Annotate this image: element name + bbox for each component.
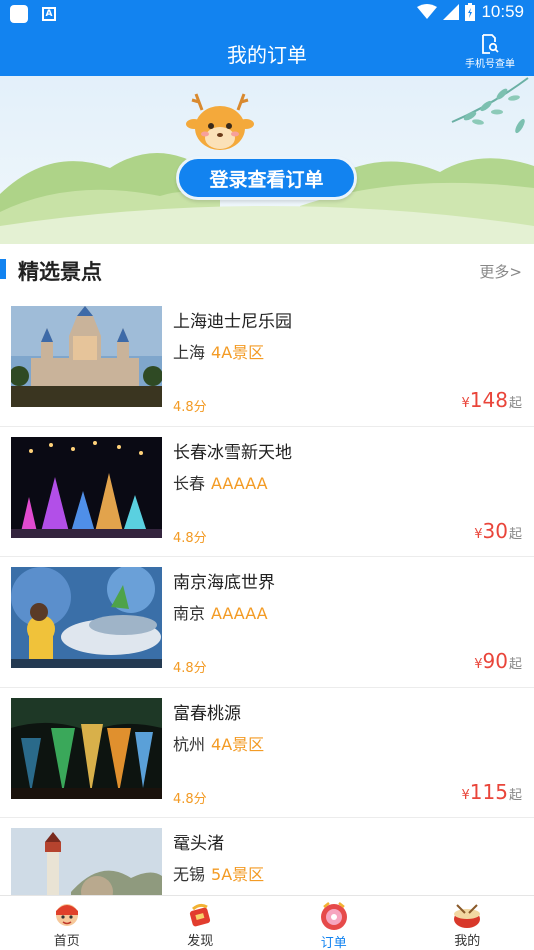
phone-search-icon — [482, 34, 499, 54]
status-notification-icons: A — [10, 5, 56, 23]
spot-price: ¥115起 — [462, 780, 522, 804]
spot-item[interactable]: 上海迪士尼乐园 上海 4A景区 4.8分 ¥148起 — [0, 296, 534, 427]
spot-item[interactable]: 长春冰雪新天地 长春 AAAAA 4.8分 ¥30起 — [0, 427, 534, 557]
deer-mascot — [186, 93, 254, 150]
app-header: 我的订单 手机号查单 — [0, 28, 534, 76]
tab-label: 我的 — [454, 934, 481, 949]
spot-name: 富春桃源 — [173, 703, 241, 724]
price-suffix: 起 — [508, 526, 522, 542]
price-value: 115 — [469, 779, 508, 804]
spot-price: ¥90起 — [474, 649, 522, 673]
tab-profile[interactable]: 我的 — [401, 896, 534, 950]
tab-orders[interactable]: 订单 — [267, 896, 401, 950]
spot-score: 4.8分 — [173, 661, 207, 676]
app-notification-icon — [10, 5, 28, 23]
section-title: 精选景点 — [18, 260, 102, 284]
currency-symbol: ¥ — [461, 396, 470, 411]
spot-score: 4.8分 — [173, 400, 207, 415]
status-bar: A 10:59 — [0, 0, 534, 28]
phone-query-button[interactable]: 手机号查单 — [462, 34, 518, 70]
signal-icon — [443, 4, 460, 20]
wifi-icon — [417, 4, 438, 19]
price-value: 148 — [469, 388, 508, 412]
spot-location: 南京 AAAAA — [173, 600, 268, 624]
spot-name: 上海迪士尼乐园 — [173, 312, 292, 332]
spot-city: 无锡 — [173, 865, 206, 884]
order-icon — [320, 902, 347, 930]
status-system-icons: 10:59 — [417, 2, 524, 22]
spot-image — [11, 567, 162, 668]
spot-level: 4A景区 — [211, 343, 265, 362]
home-mascot-icon — [55, 904, 78, 926]
price-value: 90 — [482, 649, 508, 673]
spot-location: 杭州 4A景区 — [173, 731, 264, 755]
spot-name: 长春冰雪新天地 — [173, 442, 292, 463]
spot-image — [11, 697, 162, 799]
spot-image — [11, 436, 162, 538]
status-time: 10:59 — [481, 2, 524, 21]
tab-discover[interactable]: 发现 — [134, 896, 268, 950]
spot-location: 长春 AAAAA — [173, 470, 268, 494]
spot-level: 4A景区 — [211, 734, 265, 754]
spot-name: 南京海底世界 — [173, 573, 275, 593]
page-title: 我的订单 — [227, 43, 307, 67]
currency-symbol: ¥ — [461, 787, 470, 803]
spot-city: 南京 — [173, 604, 206, 623]
battery-icon — [465, 3, 476, 21]
price-suffix: 起 — [508, 396, 522, 411]
spot-level: AAAAA — [211, 473, 268, 493]
spot-list: 上海迪士尼乐园 上海 4A景区 4.8分 ¥148起 长春冰雪新天地 长春 AA… — [0, 296, 534, 949]
spot-location: 无锡 5A景区 — [173, 861, 264, 885]
tab-home[interactable]: 首页 — [0, 896, 134, 950]
spot-name: 鼋头渚 — [173, 834, 224, 854]
spot-price: ¥148起 — [462, 388, 522, 412]
spot-item[interactable]: 南京海底世界 南京 AAAAA 4.8分 ¥90起 — [0, 557, 534, 688]
spot-price: ¥30起 — [474, 519, 522, 543]
currency-symbol: ¥ — [474, 657, 483, 672]
section-accent-bar — [0, 259, 6, 279]
spot-score: 4.8分 — [173, 530, 207, 546]
price-suffix: 起 — [508, 657, 522, 672]
price-value: 30 — [482, 518, 508, 543]
bottom-nav: 首页 发现 订单 我的 — [0, 895, 534, 950]
spot-level: 5A景区 — [211, 865, 265, 884]
tab-label: 首页 — [53, 934, 80, 949]
discover-icon — [190, 903, 211, 927]
phone-query-label: 手机号查单 — [465, 59, 515, 70]
spot-item[interactable]: 富春桃源 杭州 4A景区 4.8分 ¥115起 — [0, 688, 534, 818]
currency-symbol: ¥ — [474, 526, 483, 542]
spot-level: AAAAA — [211, 604, 268, 623]
spot-image — [11, 306, 162, 407]
spot-score: 4.8分 — [173, 791, 207, 807]
login-view-orders-button[interactable]: 登录查看订单 — [176, 156, 357, 200]
login-banner: 登录查看订单 — [0, 76, 534, 244]
tab-label: 订单 — [320, 936, 347, 950]
a-notification-icon: A — [42, 7, 56, 21]
spot-city: 杭州 — [173, 734, 206, 754]
more-link[interactable]: 更多> — [479, 261, 522, 282]
profile-icon — [454, 904, 481, 928]
featured-spots-header: 精选景点 更多> — [0, 250, 534, 290]
tab-label: 发现 — [187, 934, 214, 949]
price-suffix: 起 — [508, 787, 522, 803]
spot-location: 上海 4A景区 — [173, 339, 264, 363]
spot-city: 长春 — [173, 473, 206, 493]
spot-city: 上海 — [173, 343, 206, 362]
